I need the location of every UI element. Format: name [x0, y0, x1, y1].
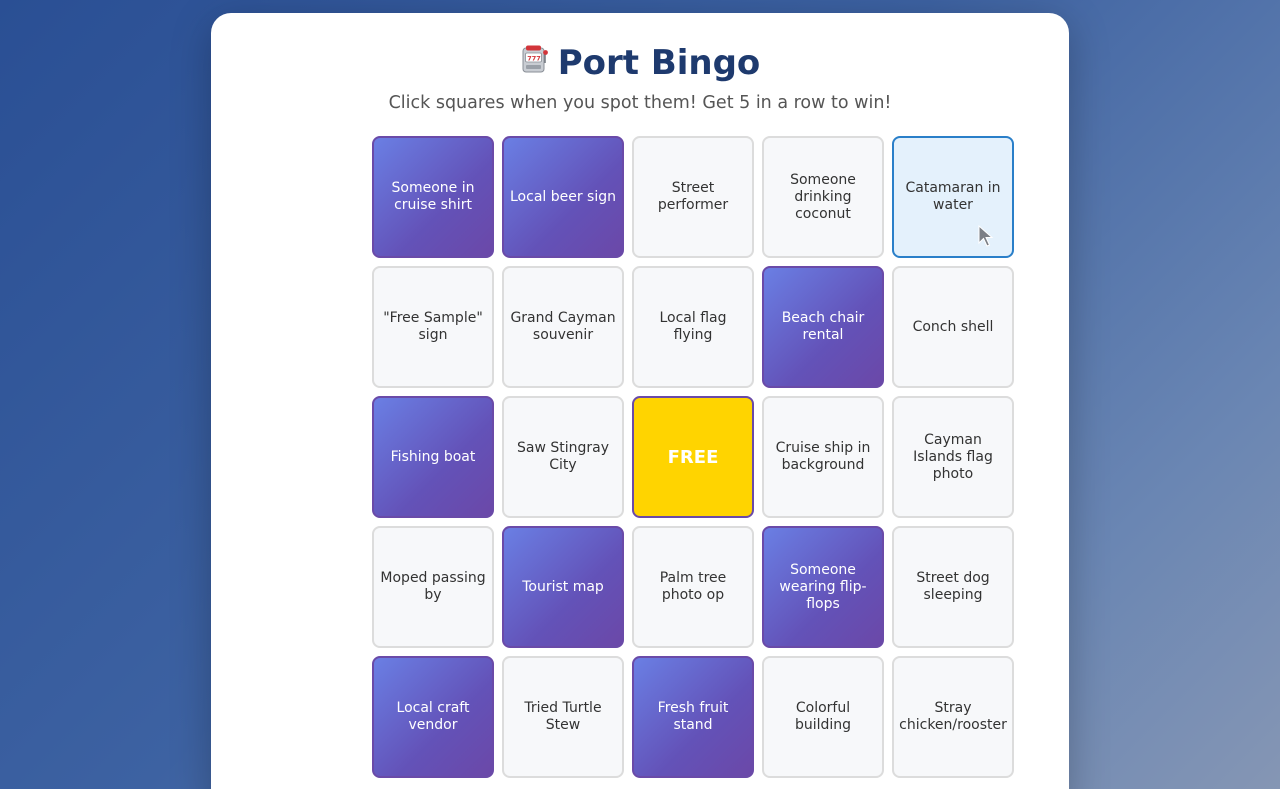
bingo-cell[interactable]: Local beer sign: [502, 136, 624, 258]
bingo-cell[interactable]: Street dog sleeping: [892, 526, 1014, 648]
bingo-cell[interactable]: Cruise ship in background: [762, 396, 884, 518]
bingo-cell-label: FREE: [667, 446, 719, 468]
bingo-cell-label: "Free Sample" sign: [383, 310, 483, 343]
bingo-cell-label: Fishing boat: [390, 448, 476, 465]
bingo-cell[interactable]: Someone drinking coconut: [762, 136, 884, 258]
bingo-cell-label: Catamaran in water: [905, 180, 1001, 213]
bingo-cell-label: Cruise ship in background: [775, 440, 871, 473]
bingo-cell-label: Cayman Islands flag photo: [913, 431, 993, 482]
bingo-cell[interactable]: "Free Sample" sign: [372, 266, 494, 388]
bingo-cell-label: Tried Turtle Stew: [524, 700, 602, 733]
bingo-cell[interactable]: Grand Cayman souvenir: [502, 266, 624, 388]
bingo-cell-label: Local craft vendor: [396, 700, 470, 733]
bingo-cell-label: Someone drinking coconut: [790, 171, 856, 222]
bingo-cell[interactable]: Beach chair rental: [762, 266, 884, 388]
slot-machine-icon: 7 7 7: [520, 44, 550, 74]
bingo-cell-label: Grand Cayman souvenir: [510, 310, 616, 343]
bingo-cell-label: Palm tree photo op: [659, 570, 727, 603]
subtitle: Click squares when you spot them! Get 5 …: [388, 93, 892, 113]
bingo-cell[interactable]: Someone in cruise shirt: [372, 136, 494, 258]
bingo-cell-label: Stray chicken/rooster: [899, 700, 1007, 733]
bingo-cell-free[interactable]: FREE: [632, 396, 754, 518]
bingo-grid: Someone in cruise shirt Local beer sign St…: [372, 136, 1014, 778]
bingo-cell[interactable]: Street performer: [632, 136, 754, 258]
bingo-cell[interactable]: Fresh fruit stand: [632, 656, 754, 778]
bingo-cell-label: Tourist map: [522, 578, 604, 595]
title-text: Port Bingo: [557, 43, 761, 83]
bingo-cell-label: Someone wearing flip-flops: [779, 561, 867, 612]
bingo-cell[interactable]: Moped passing by: [372, 526, 494, 648]
bingo-cell-label: Beach chair rental: [781, 310, 865, 343]
bingo-cell[interactable]: Tourist map: [502, 526, 624, 648]
bingo-cell-label: Fresh fruit stand: [657, 700, 729, 733]
bingo-cell[interactable]: Cayman Islands flag photo: [892, 396, 1014, 518]
bingo-cell-label: Conch shell: [912, 318, 994, 335]
bingo-cell[interactable]: Someone wearing flip-flops: [762, 526, 884, 648]
bingo-cell[interactable]: Stray chicken/rooster: [892, 656, 1014, 778]
bingo-cell[interactable]: Palm tree photo op: [632, 526, 754, 648]
bingo-cell-label: Saw Stingray City: [516, 440, 609, 473]
bingo-cell-label: Street dog sleeping: [916, 570, 990, 603]
bingo-cell[interactable]: Local craft vendor: [372, 656, 494, 778]
bingo-cell[interactable]: Saw Stingray City: [502, 396, 624, 518]
bingo-cell[interactable]: Conch shell: [892, 266, 1014, 388]
bingo-cell-label: Someone in cruise shirt: [391, 180, 475, 213]
mouse-cursor-icon: [978, 225, 994, 247]
svg-text:7: 7: [536, 55, 541, 63]
bingo-cell-label: Colorful building: [794, 700, 852, 733]
bingo-cell[interactable]: Local flag flying: [632, 266, 754, 388]
bingo-cell[interactable]: Tried Turtle Stew: [502, 656, 624, 778]
bingo-cell[interactable]: Colorful building: [762, 656, 884, 778]
bingo-card-panel: 7 7 7 Port Bingo Click squares when you …: [211, 13, 1069, 789]
bingo-cell-label: Street performer: [657, 180, 729, 213]
bingo-cell-label: Local flag flying: [659, 310, 727, 343]
page-title: 7 7 7 Port Bingo: [211, 43, 1069, 87]
bingo-cell-label: Local beer sign: [510, 188, 616, 205]
bingo-cell-label: Moped passing by: [380, 570, 486, 603]
bingo-cell[interactable]: Fishing boat: [372, 396, 494, 518]
bingo-cell[interactable]: Catamaran in water: [892, 136, 1014, 258]
